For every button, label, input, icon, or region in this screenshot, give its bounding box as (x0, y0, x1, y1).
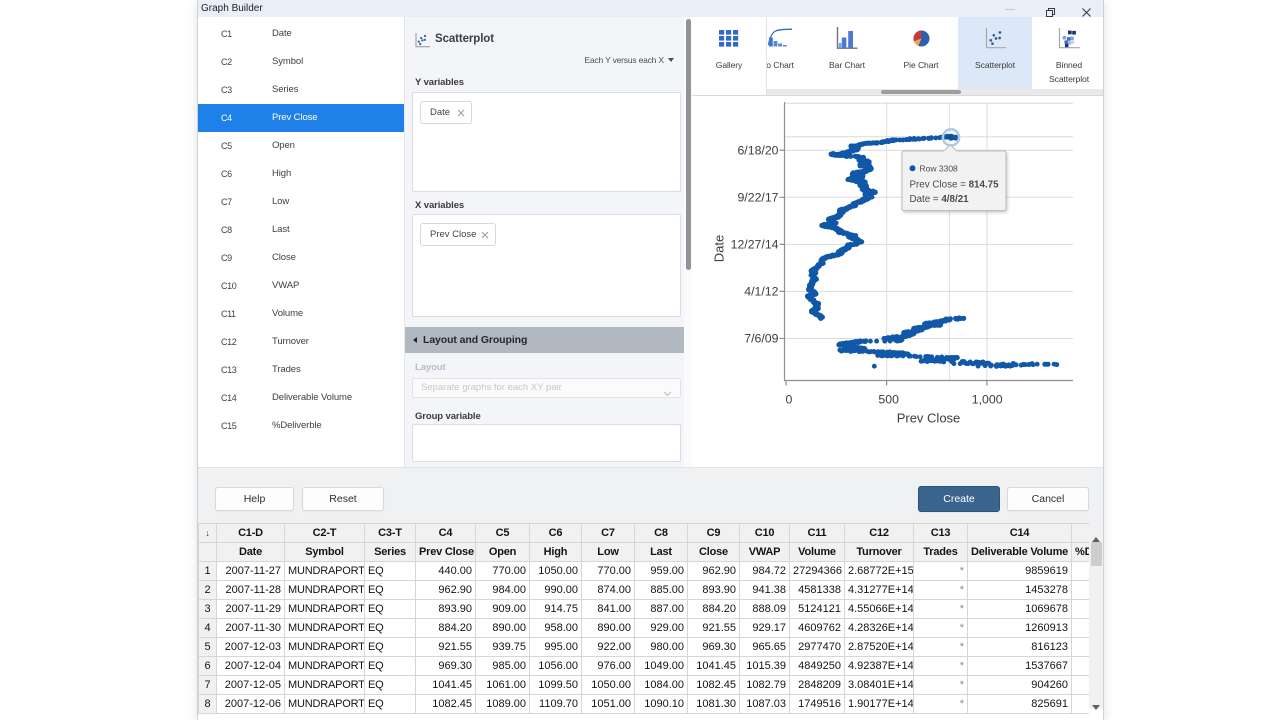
svg-text:Prev Close = 814.75: Prev Close = 814.75 (910, 180, 1000, 191)
svg-text:Prev Close: Prev Close (897, 411, 961, 426)
svg-text:500: 500 (878, 393, 899, 407)
svg-text:9/22/17: 9/22/17 (737, 191, 778, 205)
svg-text:4/1/12: 4/1/12 (744, 285, 778, 299)
svg-text:Row 3308: Row 3308 (920, 164, 959, 174)
svg-text:7/6/09: 7/6/09 (744, 332, 778, 346)
svg-text:6/18/20: 6/18/20 (737, 143, 778, 157)
svg-text:Date = 4/8/21: Date = 4/8/21 (910, 194, 970, 205)
svg-text:Date: Date (712, 235, 727, 262)
svg-text:0: 0 (785, 393, 792, 407)
svg-text:12/27/14: 12/27/14 (731, 238, 779, 252)
svg-text:1,000: 1,000 (972, 393, 1003, 407)
